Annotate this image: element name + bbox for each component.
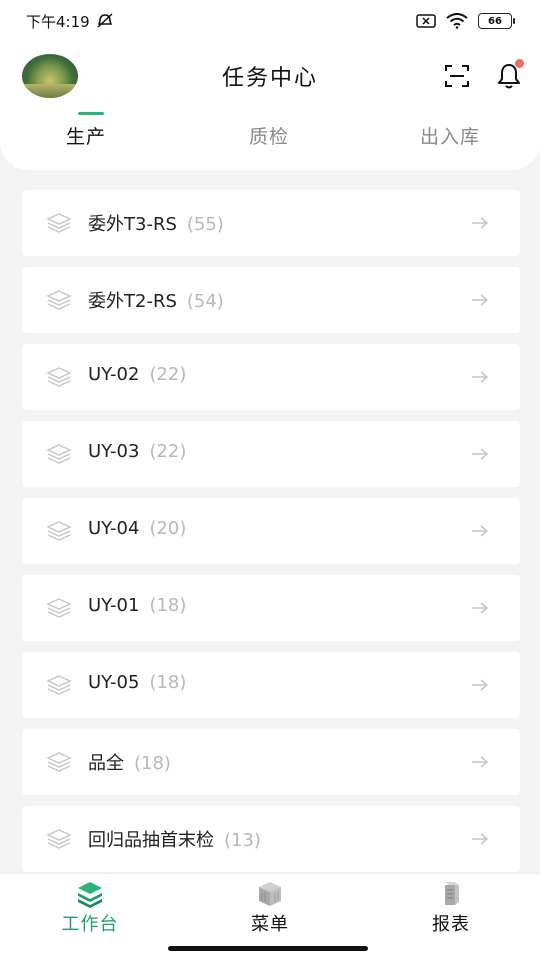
task-label: UY-03 (22) [88, 441, 186, 462]
task-label: 回归品抽首末检 (13) [88, 826, 261, 852]
task-name: UY-05 [88, 672, 140, 693]
task-label: UY-02 (22) [88, 364, 186, 385]
status-time: 下午4:19 [26, 12, 90, 31]
task-item[interactable]: UY-05 (18) [22, 652, 520, 718]
layers-icon [46, 829, 72, 849]
task-list: 委外T3-RS (55) 委外T2-RS (54) UY-02 (22) UY-… [22, 190, 520, 873]
task-name: UY-02 [88, 364, 140, 385]
task-name: 回归品抽首末检 [88, 830, 214, 851]
tab-bar: 生产 质检 出入库 [0, 122, 540, 162]
layers-icon [46, 675, 72, 695]
task-count: (55) [186, 214, 224, 235]
task-name: UY-04 [88, 518, 140, 539]
task-count: (54) [186, 291, 224, 312]
arrow-right-icon [472, 371, 489, 383]
task-item[interactable]: 品全 (18) [22, 729, 520, 795]
task-count: (20) [149, 518, 187, 539]
nav-label: 报表 [432, 914, 470, 935]
task-count: (22) [149, 364, 187, 385]
arrow-right-icon [472, 679, 489, 691]
layers-icon [46, 444, 72, 464]
arrow-right-icon [472, 448, 489, 460]
task-count: (22) [149, 441, 187, 462]
nav-label: 工作台 [61, 914, 119, 935]
task-label: UY-04 (20) [88, 518, 186, 539]
arrow-right-icon [472, 833, 489, 845]
arrow-right-icon [472, 756, 489, 768]
nav-report[interactable]: 报表 [391, 880, 511, 936]
notification-dot [515, 59, 524, 68]
task-label: UY-05 (18) [88, 672, 186, 693]
report-icon [445, 882, 459, 905]
task-count: (18) [149, 672, 187, 693]
layers-icon [78, 882, 102, 908]
layers-icon [46, 213, 72, 233]
status-bar: 下午4:19 66 [0, 0, 540, 42]
nav-menu[interactable]: 菜单 [210, 880, 330, 936]
home-indicator[interactable] [168, 946, 368, 951]
wifi-icon [446, 13, 468, 29]
tab-inventory[interactable]: 出入库 [420, 122, 480, 149]
battery-level: 66 [488, 15, 502, 27]
task-count: (18) [134, 753, 171, 774]
sim-off-icon [416, 14, 436, 28]
layers-icon [46, 521, 72, 541]
nav-workbench[interactable]: 工作台 [30, 880, 150, 936]
arrow-right-icon [472, 294, 489, 306]
task-name: 品全 [88, 753, 124, 774]
task-label: 委外T2-RS (54) [88, 287, 224, 313]
arrow-right-icon [472, 602, 489, 614]
header: 任务中心 生产 质检 出入库 [0, 42, 540, 170]
task-item[interactable]: 回归品抽首末检 (13) [22, 806, 520, 872]
status-left: 下午4:19 [26, 11, 114, 32]
task-item[interactable]: UY-04 (20) [22, 498, 520, 564]
task-item[interactable]: UY-01 (18) [22, 575, 520, 641]
nav-label: 菜单 [251, 914, 289, 935]
task-label: UY-01 (18) [88, 595, 186, 616]
task-count: (18) [149, 595, 187, 616]
task-item[interactable]: 委外T3-RS (55) [22, 190, 520, 256]
battery-indicator: 66 [478, 13, 515, 29]
arrow-right-icon [472, 217, 489, 229]
menu-cube-icon [259, 882, 281, 906]
mute-icon [97, 13, 113, 28]
task-name: UY-03 [88, 441, 140, 462]
task-item[interactable]: UY-03 (22) [22, 421, 520, 487]
tab-quality[interactable]: 质检 [249, 122, 289, 149]
active-tab-indicator [78, 112, 104, 115]
task-label: 委外T3-RS (55) [88, 210, 224, 236]
task-name: 委外T3-RS [88, 214, 177, 235]
task-count: (13) [224, 830, 261, 851]
arrow-right-icon [472, 525, 489, 537]
scan-icon[interactable] [444, 64, 470, 88]
task-item[interactable]: 委外T2-RS (54) [22, 267, 520, 333]
layers-icon [46, 752, 72, 772]
layers-icon [46, 367, 72, 387]
status-right: 66 [416, 13, 515, 29]
task-name: UY-01 [88, 595, 140, 616]
task-label: 品全 (18) [88, 749, 171, 775]
layers-icon [46, 290, 72, 310]
layers-icon [46, 598, 72, 618]
task-name: 委外T2-RS [88, 291, 177, 312]
tab-production[interactable]: 生产 [66, 122, 106, 149]
task-item[interactable]: UY-02 (22) [22, 344, 520, 410]
